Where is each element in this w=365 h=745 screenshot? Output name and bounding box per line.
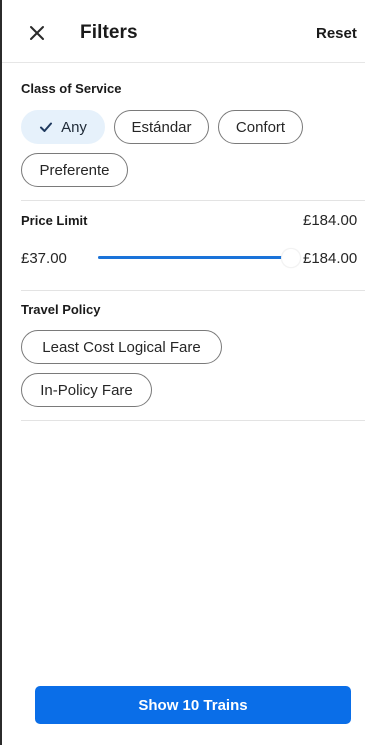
chip-label: In-Policy Fare <box>40 381 133 399</box>
chip-confort[interactable]: Confort <box>218 110 303 144</box>
price-slider[interactable] <box>98 246 301 268</box>
price-min-label: £37.00 <box>21 250 67 267</box>
chip-label: Preferente <box>39 161 110 179</box>
divider <box>21 420 365 421</box>
chip-label: Any <box>61 118 87 136</box>
filters-panel: Filters Reset Class of Service Any Están… <box>0 0 365 745</box>
chip-least-cost-logical-fare[interactable]: Least Cost Logical Fare <box>21 330 222 364</box>
price-max-label: £184.00 <box>303 250 358 267</box>
page-title: Filters <box>80 22 138 43</box>
chip-label: Estándar <box>131 118 192 136</box>
travel-policy-title: Travel Policy <box>21 302 101 317</box>
slider-fill <box>98 256 286 259</box>
chip-any[interactable]: Any <box>21 110 105 144</box>
chip-estandar[interactable]: Estándar <box>114 110 209 144</box>
divider <box>21 200 365 201</box>
divider <box>21 290 365 291</box>
checkmark-icon <box>40 122 53 132</box>
show-trains-button[interactable]: Show 10 Trains <box>35 686 351 724</box>
chip-preferente[interactable]: Preferente <box>21 153 128 187</box>
chip-in-policy-fare[interactable]: In-Policy Fare <box>21 373 152 407</box>
chip-label: Confort <box>235 118 286 136</box>
header: Filters Reset <box>2 0 365 63</box>
close-icon <box>30 26 44 40</box>
close-button[interactable] <box>24 20 50 46</box>
price-limit-current-value: £184.00 <box>303 212 358 229</box>
class-of-service-title: Class of Service <box>21 81 122 96</box>
reset-button[interactable]: Reset <box>316 25 357 42</box>
price-limit-title: Price Limit <box>21 213 88 228</box>
slider-thumb[interactable] <box>281 248 301 268</box>
chip-label: Least Cost Logical Fare <box>42 338 201 356</box>
